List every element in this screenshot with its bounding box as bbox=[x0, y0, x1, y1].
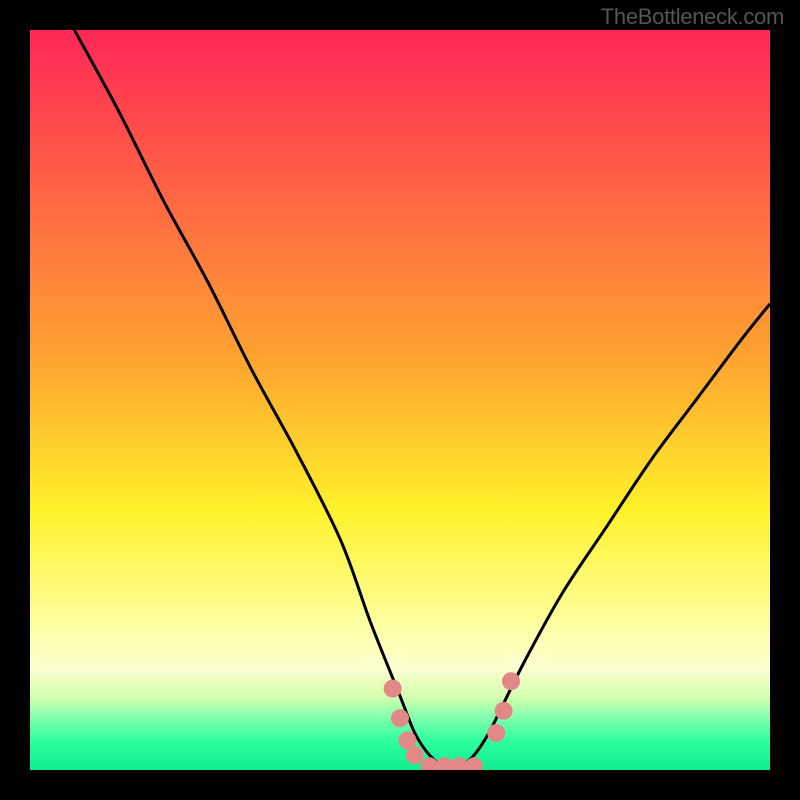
marker-dot bbox=[487, 724, 505, 742]
chart-frame: TheBottleneck.com bbox=[0, 0, 800, 800]
marker-dot bbox=[391, 709, 409, 727]
bottleneck-chart bbox=[30, 30, 770, 770]
marker-dot bbox=[406, 746, 424, 764]
plot-area bbox=[30, 30, 770, 770]
marker-dot bbox=[502, 672, 520, 690]
gradient-background bbox=[30, 30, 770, 770]
watermark-text: TheBottleneck.com bbox=[601, 4, 784, 30]
marker-dot bbox=[384, 680, 402, 698]
marker-dot bbox=[495, 702, 513, 720]
